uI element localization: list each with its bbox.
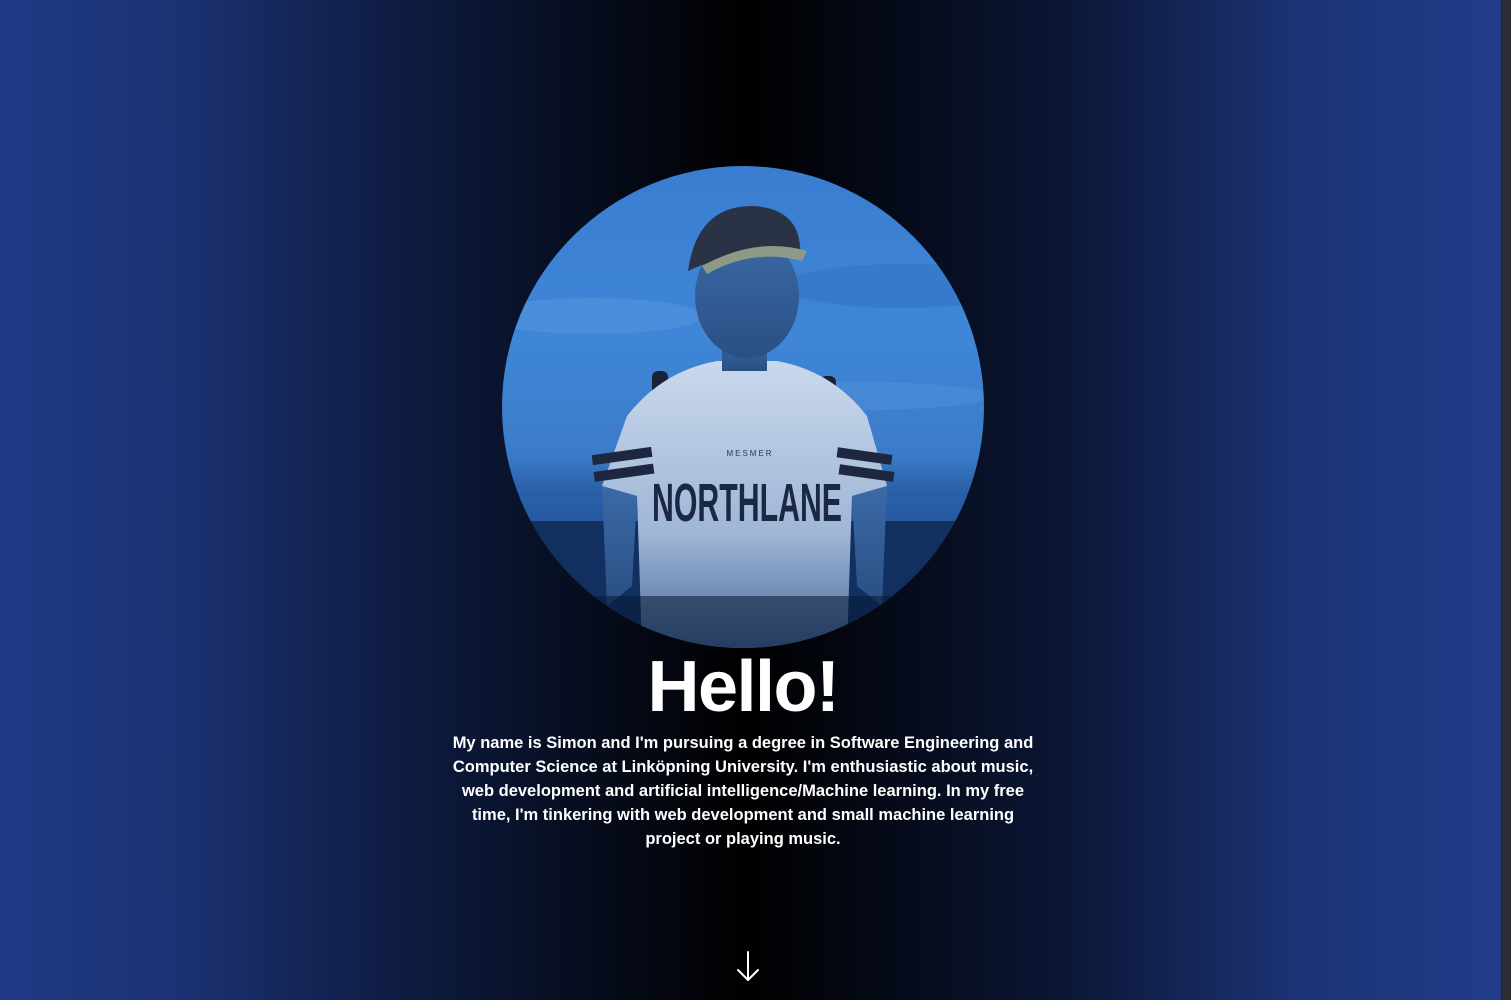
- greeting-heading: Hello!: [647, 647, 840, 727]
- hero-section: MESMER NORTHLANE Hello! My name is Simon…: [0, 0, 1502, 1000]
- arrow-down-icon: [737, 951, 759, 981]
- shirt-subtext: MESMER: [726, 449, 773, 458]
- shirt-text: NORTHLANE: [652, 473, 842, 533]
- intro-paragraph: My name is Simon and I'm pursuing a degr…: [452, 734, 1034, 848]
- profile-photo-image: MESMER NORTHLANE: [502, 166, 984, 648]
- scrollbar[interactable]: [1501, 0, 1511, 1000]
- scroll-down-button[interactable]: [733, 950, 763, 984]
- profile-photo: MESMER NORTHLANE: [502, 166, 984, 648]
